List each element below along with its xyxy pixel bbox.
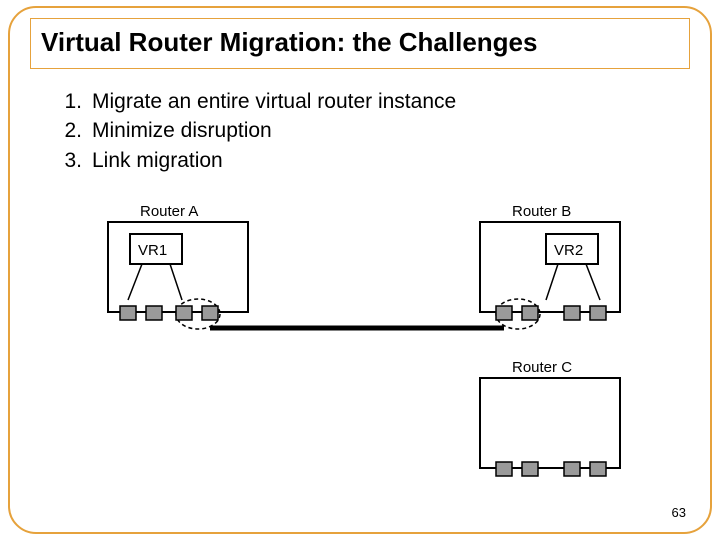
list-text: Link migration: [92, 147, 223, 174]
port-icon: [564, 306, 580, 320]
router-a: Router A VR1: [108, 203, 248, 329]
router-diagram: Router A VR1 Router B: [10, 198, 710, 488]
port-icon: [202, 306, 218, 320]
challenge-list: 1. Migrate an entire virtual router inst…: [54, 88, 670, 176]
page-number: 63: [672, 505, 686, 520]
vr1-label: VR1: [138, 242, 167, 259]
slide-frame: Virtual Router Migration: the Challenges…: [8, 6, 712, 534]
port-icon: [496, 462, 512, 476]
port-icon: [522, 462, 538, 476]
port-icon: [496, 306, 512, 320]
port-icon: [522, 306, 538, 320]
port-icon: [564, 462, 580, 476]
router-c: Router C: [480, 359, 620, 476]
port-icon: [120, 306, 136, 320]
vr2-label: VR2: [554, 242, 583, 259]
title-box: Virtual Router Migration: the Challenges: [30, 18, 690, 69]
list-text: Migrate an entire virtual router instanc…: [92, 88, 456, 115]
router-c-label: Router C: [512, 359, 572, 376]
list-number: 3.: [54, 147, 82, 174]
port-icon: [176, 306, 192, 320]
port-icon: [146, 306, 162, 320]
list-item: 3. Link migration: [54, 147, 670, 174]
router-a-label: Router A: [140, 203, 198, 220]
router-b-label: Router B: [512, 203, 571, 220]
list-item: 1. Migrate an entire virtual router inst…: [54, 88, 670, 115]
list-text: Minimize disruption: [92, 117, 272, 144]
list-number: 2.: [54, 117, 82, 144]
port-icon: [590, 306, 606, 320]
slide-title: Virtual Router Migration: the Challenges: [41, 27, 679, 58]
port-icon: [590, 462, 606, 476]
list-number: 1.: [54, 88, 82, 115]
list-item: 2. Minimize disruption: [54, 117, 670, 144]
router-b: Router B VR2: [480, 203, 620, 329]
